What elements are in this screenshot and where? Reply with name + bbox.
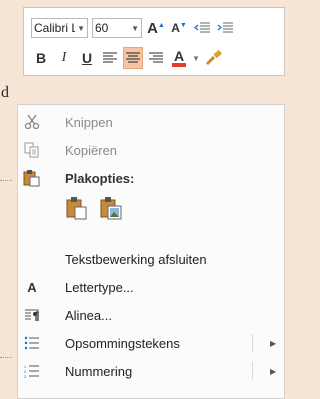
menu-item-tekstbewerking-afsluiten[interactable]: Tekstbewerking afsluiten <box>18 246 284 272</box>
chevron-right-icon: ▶ <box>270 366 277 376</box>
shrink-font-button[interactable]: A▼ <box>169 17 189 39</box>
menu-item-label: Opsommingstekens <box>65 335 180 351</box>
document-dotted-line <box>0 357 12 359</box>
menu-item-label: Tekstbewerking afsluiten <box>65 251 207 267</box>
underline-button[interactable]: U <box>77 47 97 69</box>
font-size-value: 60 <box>95 21 109 35</box>
chevron-down-icon: ▼ <box>131 23 139 33</box>
paste-keep-formatting-icon <box>66 197 87 220</box>
mini-toolbar-row-1: Calibri Li ▼ 60 ▼ A▲ A▼ <box>31 17 238 39</box>
svg-text:3: 3 <box>24 374 27 378</box>
increase-indent-icon <box>217 22 233 33</box>
grow-font-button[interactable]: A▲ <box>146 17 166 39</box>
font-color-dropdown-arrow[interactable]: ▼ <box>192 54 200 63</box>
format-painter-icon <box>205 50 222 66</box>
menu-item-label: Nummering <box>65 363 133 379</box>
font-name-dropdown[interactable]: Calibri Li ▼ <box>31 18 88 38</box>
document-dotted-line <box>0 180 12 182</box>
scissors-icon <box>22 112 42 132</box>
chevron-right-icon: ▶ <box>270 338 277 348</box>
menu-item-label: Lettertype... <box>65 279 134 295</box>
font-color-swatch <box>172 63 186 67</box>
font-color-button[interactable]: A <box>169 47 189 69</box>
submenu-separator <box>252 362 253 380</box>
bold-button[interactable]: B <box>31 47 51 69</box>
format-painter-button[interactable] <box>204 47 224 69</box>
menu-item-nummering[interactable]: 1 2 3 Nummering ▶ <box>18 358 284 384</box>
shrink-font-glyph: A <box>171 21 180 35</box>
decrease-indent-icon <box>194 22 210 33</box>
align-right-icon <box>149 52 163 63</box>
italic-button[interactable]: I <box>54 47 74 69</box>
font-icon: A <box>27 279 37 295</box>
context-menu: Knippen Kopiëren Plakopties: Tekstbewerk… <box>17 104 285 399</box>
menu-item-opsommingstekens[interactable]: Opsommingstekens ▶ <box>18 330 284 356</box>
menu-item-knippen[interactable]: Knippen <box>18 109 284 135</box>
align-left-button[interactable] <box>100 47 120 69</box>
menu-item-label: Knippen <box>65 114 113 130</box>
copy-icon <box>22 140 42 160</box>
paragraph-icon <box>22 305 42 325</box>
paste-options-row <box>64 195 124 221</box>
font-color-icon: A <box>172 49 186 67</box>
paste-picture-button[interactable] <box>98 195 124 221</box>
font-size-dropdown[interactable]: 60 ▼ <box>92 18 142 38</box>
paste-picture-icon <box>100 197 122 220</box>
menu-item-kopieren[interactable]: Kopiëren <box>18 137 284 163</box>
decrease-indent-button[interactable] <box>192 17 212 39</box>
shrink-font-icon: A▼ <box>171 21 187 35</box>
numbering-icon: 1 2 3 <box>22 361 42 381</box>
mini-toolbar-row-2: B I U A ▼ <box>31 47 227 69</box>
bullets-icon <box>22 333 42 353</box>
align-center-icon <box>126 52 140 63</box>
document-text: d <box>1 84 9 101</box>
menu-item-alinea[interactable]: Alinea... <box>18 302 284 328</box>
paste-keep-source-formatting-button[interactable] <box>64 195 90 221</box>
menu-item-plakopties: Plakopties: <box>18 165 284 191</box>
submenu-separator <box>252 334 253 352</box>
font-color-glyph: A <box>173 48 185 64</box>
menu-item-label: Kopiëren <box>65 142 118 158</box>
align-right-button[interactable] <box>146 47 166 69</box>
grow-font-glyph: A <box>147 19 158 37</box>
menu-item-lettertype[interactable]: A Lettertype... <box>18 274 284 300</box>
menu-item-label: Plakopties: <box>65 170 135 186</box>
grow-font-icon: A▲ <box>147 19 165 37</box>
font-name-value: Calibri Li <box>34 21 76 35</box>
increase-indent-button[interactable] <box>215 17 235 39</box>
menu-item-label: Alinea... <box>65 307 112 323</box>
paste-icon <box>22 168 42 188</box>
chevron-down-icon: ▼ <box>77 23 85 33</box>
mini-toolbar: Calibri Li ▼ 60 ▼ A▲ A▼ B I U <box>23 7 285 76</box>
align-left-icon <box>103 52 117 63</box>
align-center-button[interactable] <box>123 47 143 69</box>
